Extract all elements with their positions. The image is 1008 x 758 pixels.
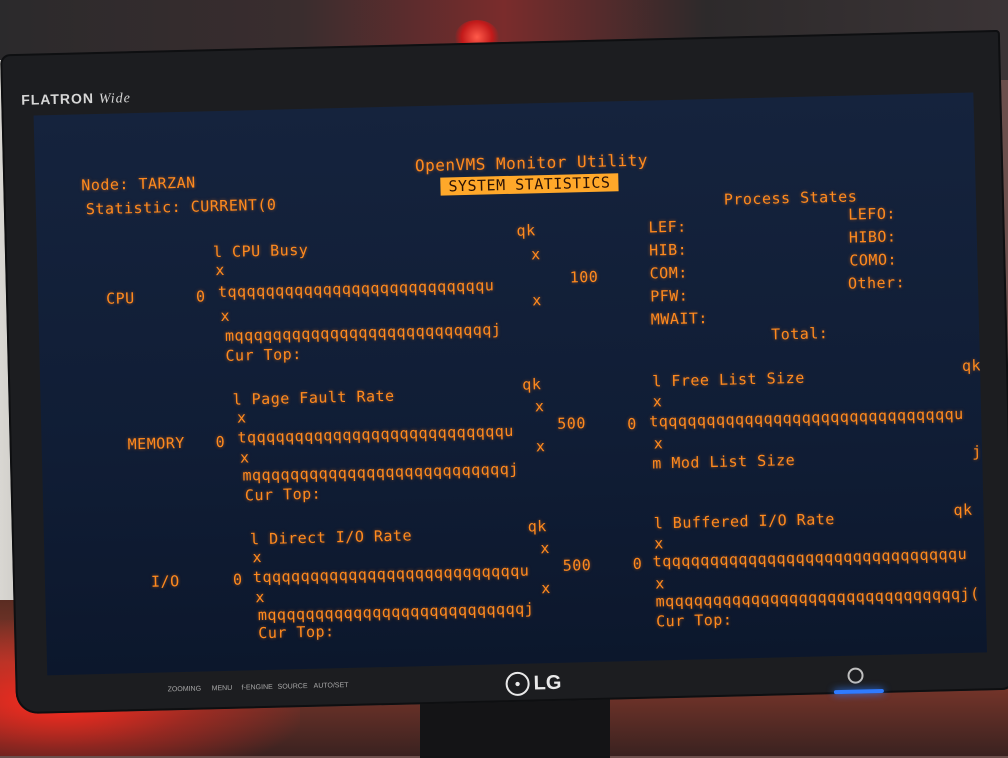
io-zero: 0	[232, 570, 243, 589]
control-auto-set[interactable]: AUTO/SET	[314, 682, 349, 690]
memory-cur-top: Cur Top:	[244, 484, 322, 505]
process-states-title: Process States	[723, 187, 858, 209]
free-list-title: l Free List Size	[652, 368, 805, 391]
state-lefo: LEFO:	[848, 204, 897, 224]
cpu-graph-title: l CPU Busy	[212, 240, 309, 262]
buffered-io-x-left: x	[654, 534, 664, 553]
brand-label: FLATRON	[21, 90, 95, 108]
memory-x-left: x	[236, 408, 247, 427]
state-lef: LEF:	[648, 217, 687, 237]
cpu-x-right: x	[530, 245, 541, 264]
buffered-io-cur-top: Cur Top:	[655, 610, 733, 631]
cpu-bar-bottom: mqqqqqqqqqqqqqqqqqqqqqqqqqqqj	[224, 320, 502, 345]
memory-graph-title: l Page Fault Rate	[232, 386, 395, 409]
state-total: Total:	[770, 324, 829, 344]
control-menu[interactable]: MENU	[212, 685, 233, 693]
state-como: COMO:	[849, 250, 898, 270]
buffered-io-bar-top: tqqqqqqqqqqqqqqqqqqqqqqqqqqqqqqqu	[652, 544, 968, 571]
io-graph-corner: qk	[527, 517, 548, 536]
memory-x-right-2: x	[535, 437, 546, 456]
cpu-graph-corner: qk	[516, 221, 536, 240]
free-list-zero: 0	[627, 414, 638, 434]
io-max: 500	[562, 556, 592, 575]
lg-logo-text: LG	[533, 671, 562, 694]
cpu-zero: 0	[195, 287, 206, 306]
cpu-label: CPU	[105, 289, 135, 308]
memory-bar-top: tqqqqqqqqqqqqqqqqqqqqqqqqqqqu	[237, 421, 515, 447]
free-list-corner: qk	[961, 356, 982, 375]
buffered-io-corner: qk	[953, 500, 973, 520]
io-x-left: x	[252, 548, 263, 567]
brand-wide: Wide	[98, 91, 132, 107]
state-hib: HIB:	[648, 240, 688, 260]
io-x-right: x	[540, 539, 551, 558]
cpu-cur-top: Cur Top:	[225, 345, 302, 365]
monitor-brand: FLATRON Wide	[21, 89, 131, 110]
state-mwait: MWAIT:	[650, 309, 709, 329]
lg-logo: ● LG	[505, 671, 562, 697]
memory-graph-corner: qk	[522, 375, 542, 394]
control-zooming[interactable]: ZOOMING	[168, 686, 202, 694]
mod-list-title: m Mod List Size	[652, 451, 796, 473]
buffered-io-x-left-2: x	[654, 574, 665, 593]
memory-label: MEMORY	[127, 433, 186, 454]
cpu-x-left-2: x	[220, 306, 231, 326]
memory-zero: 0	[215, 432, 226, 452]
io-x-left-2: x	[255, 588, 266, 607]
lg-logo-icon: ●	[505, 671, 530, 697]
io-bar-top: tqqqqqqqqqqqqqqqqqqqqqqqqqqqu	[252, 561, 530, 587]
io-graph-title: l Direct I/O Rate	[249, 526, 413, 549]
control-f-engine[interactable]: f-ENGINE	[242, 684, 273, 692]
state-com: COM:	[649, 263, 688, 283]
cpu-x-left: x	[215, 260, 226, 280]
power-icon[interactable]	[847, 667, 864, 684]
free-list-bar-top: tqqqqqqqqqqqqqqqqqqqqqqqqqqqqqqqu	[649, 404, 964, 431]
cpu-x-right-2: x	[532, 291, 543, 310]
buffered-io-bar-bottom: mqqqqqqqqqqqqqqqqqqqqqqqqqqqqqqqj(	[655, 584, 980, 611]
buffered-io-title: l Buffered I/O Rate	[653, 510, 836, 533]
free-list-x-left-2: x	[653, 434, 664, 453]
free-list-x-left: x	[652, 392, 663, 411]
statistic-label: Statistic: CURRENT(0	[85, 195, 277, 219]
state-other: Other:	[847, 273, 906, 293]
state-pfw: PFW:	[649, 286, 689, 306]
page-subtitle: SYSTEM STATISTICS	[440, 173, 619, 196]
cpu-max: 100	[569, 267, 599, 287]
memory-x-left-2: x	[239, 448, 250, 467]
io-bar-bottom: mqqqqqqqqqqqqqqqqqqqqqqqqqqqj	[257, 599, 535, 625]
terminal-screen: Node: TARZAN Statistic: CURRENT(0 OpenVM…	[33, 92, 987, 676]
control-source[interactable]: SOURCE	[278, 683, 308, 691]
memory-max: 500	[557, 414, 587, 433]
mod-list-j: j	[971, 442, 982, 461]
state-hibo: HIBO:	[848, 227, 897, 247]
io-cur-top: Cur Top:	[258, 622, 335, 643]
io-label: I/O	[150, 572, 180, 591]
memory-x-right: x	[534, 397, 545, 416]
node-label: Node: TARZAN	[81, 173, 196, 195]
buffered-io-zero: 0	[632, 554, 643, 574]
monitor-bezel: FLATRON Wide Node: TARZAN Statistic: CUR…	[0, 29, 1008, 715]
memory-bar-bottom: mqqqqqqqqqqqqqqqqqqqqqqqqqqqj	[242, 459, 519, 485]
io-x-right-2: x	[541, 579, 552, 598]
cpu-bar-top: tqqqqqqqqqqqqqqqqqqqqqqqqqqqu	[217, 276, 495, 302]
page-title: OpenVMS Monitor Utility	[414, 150, 649, 176]
